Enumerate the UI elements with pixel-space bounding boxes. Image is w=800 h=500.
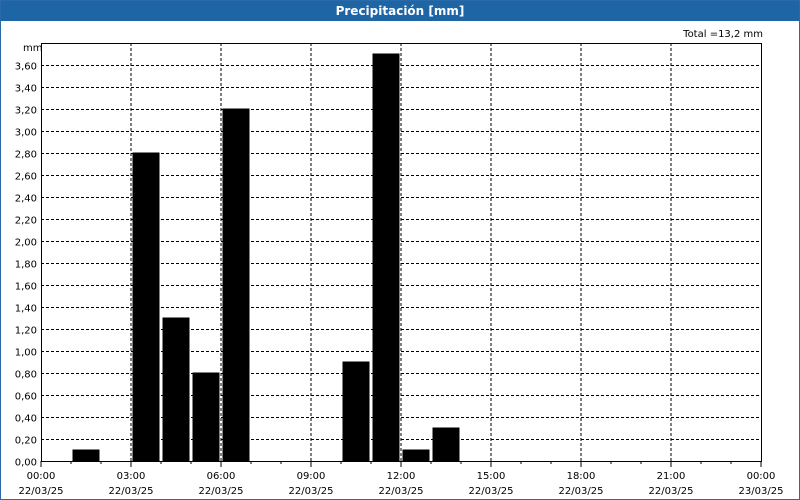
precipitation-bar <box>402 449 430 462</box>
y-tick-label: 3,00 <box>15 128 37 139</box>
chart-window: Precipitación [mm] 0,00 0,20 0,40 0,60 0,80 1… <box>0 0 800 500</box>
y-tick-label: 2,40 <box>15 194 37 205</box>
x-tick-date-label: 23/03/25 <box>739 486 784 497</box>
y-tick-label: 2,20 <box>15 216 37 227</box>
y-tick-label: 0,60 <box>15 392 37 403</box>
y-tick-label: 3,60 <box>15 62 37 73</box>
x-tick-time-label: 06:00 <box>207 471 236 482</box>
y-tick-label: 1,40 <box>15 304 37 315</box>
total-label: Total =13,2 mm <box>682 29 763 40</box>
y-tick-label: 1,20 <box>15 326 37 337</box>
x-tick-time-label: 09:00 <box>297 471 326 482</box>
x-tick-time-label: 21:00 <box>657 471 686 482</box>
y-tick-label: 3,40 <box>15 84 37 95</box>
precipitation-bar <box>192 372 220 462</box>
y-tick-label: 0,00 <box>15 458 37 469</box>
precipitation-chart: 0,00 0,20 0,40 0,60 0,80 1,00 1,20 1,40 1,60 1,80… <box>15 29 784 497</box>
x-tick-time-label: 15:00 <box>477 471 506 482</box>
precipitation-bar <box>162 317 190 462</box>
x-tick-date-label: 22/03/25 <box>199 486 244 497</box>
y-tick-label: 2,80 <box>15 150 37 161</box>
y-tick-label: 2,60 <box>15 172 37 183</box>
x-tick-date-label: 22/03/25 <box>19 486 64 497</box>
precipitation-bar <box>342 361 370 462</box>
precipitation-bar <box>132 152 160 462</box>
x-tick-date-label: 22/03/25 <box>559 486 604 497</box>
precipitation-bar <box>432 427 460 462</box>
precipitation-bar <box>372 53 400 462</box>
y-tick-label: 0,40 <box>15 414 37 425</box>
x-tick-date-label: 22/03/25 <box>379 486 424 497</box>
precipitation-bar <box>72 449 100 462</box>
x-tick-time-label: 18:00 <box>567 471 596 482</box>
y-tick-label: 1,00 <box>15 348 37 359</box>
x-tick-date-label: 22/03/25 <box>109 486 154 497</box>
x-tick-time-label: 00:00 <box>27 471 56 482</box>
x-tick-time-label: 03:00 <box>117 471 146 482</box>
y-tick-label: 0,20 <box>15 436 37 447</box>
x-tick-time-label: 12:00 <box>387 471 416 482</box>
y-tick-label: 1,80 <box>15 260 37 271</box>
y-tick-label: 2,00 <box>15 238 37 249</box>
x-tick-date-label: 22/03/25 <box>469 486 514 497</box>
y-axis-label: mm <box>23 43 42 54</box>
y-tick-label: 3,20 <box>15 106 37 117</box>
x-tick-time-label: 00:00 <box>747 471 776 482</box>
y-tick-label: 0,80 <box>15 370 37 381</box>
x-tick-date-label: 22/03/25 <box>289 486 334 497</box>
x-tick-date-label: 22/03/25 <box>649 486 694 497</box>
precipitation-bar <box>222 108 250 462</box>
y-tick-label: 1,60 <box>15 282 37 293</box>
